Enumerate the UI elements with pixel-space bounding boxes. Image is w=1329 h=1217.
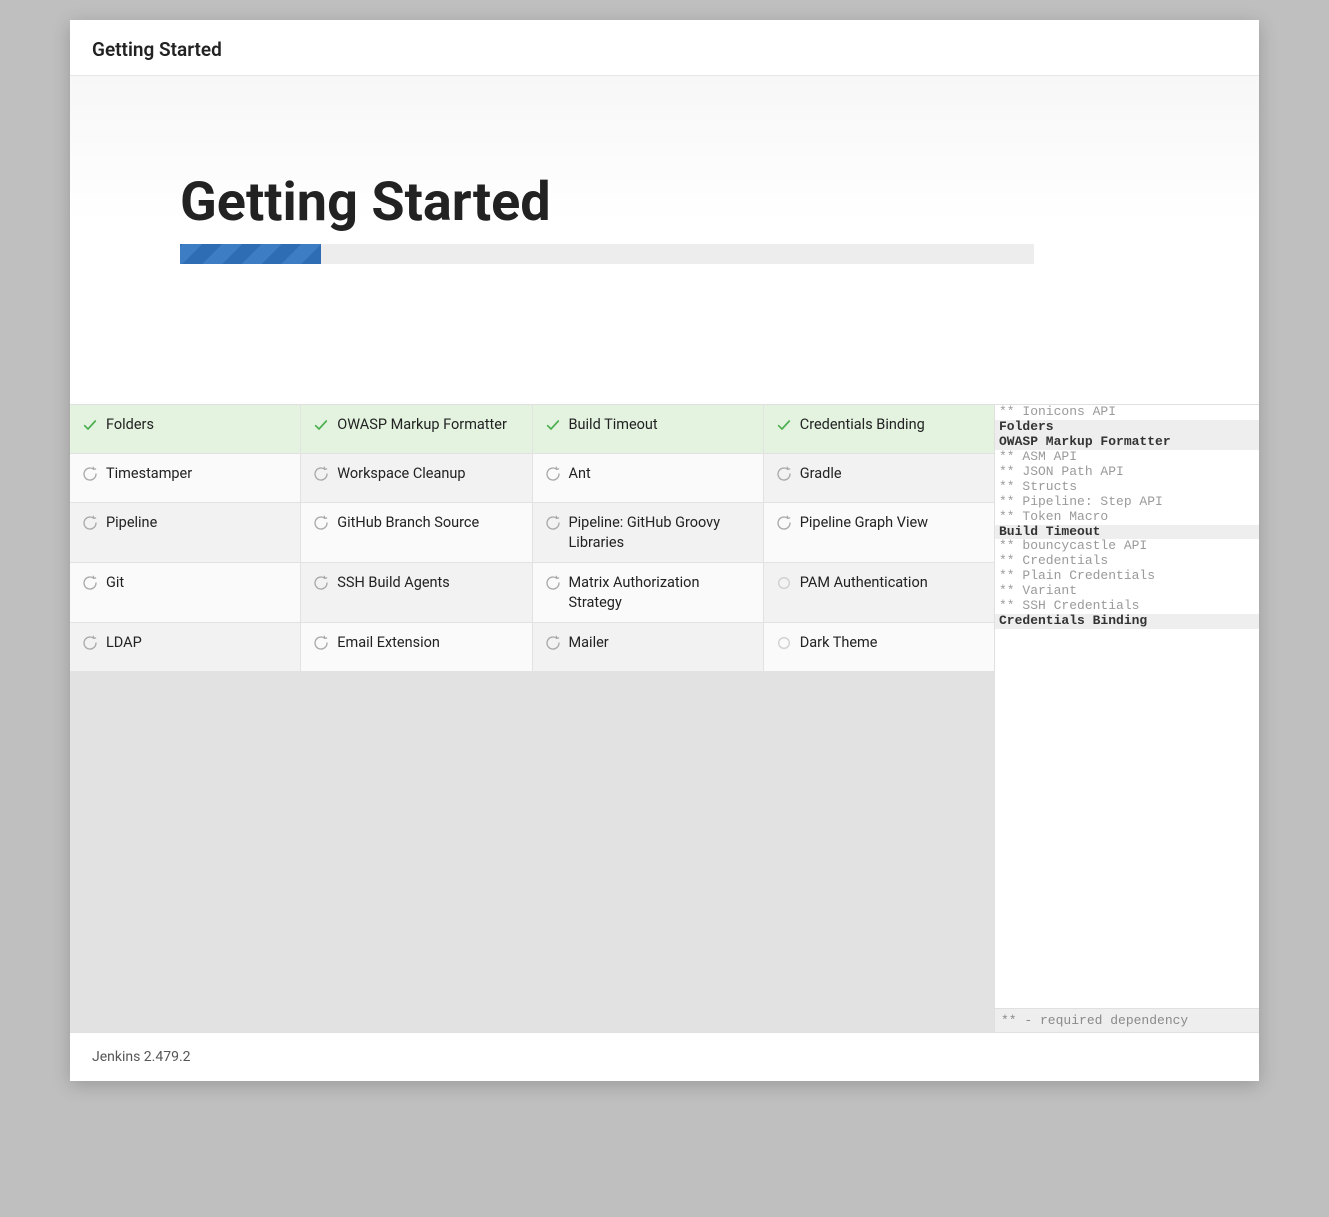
spinner-icon [82, 635, 98, 651]
spinner-icon [313, 515, 329, 531]
log-line: ** Token Macro [995, 510, 1259, 525]
plugin-label: SSH Build Agents [337, 573, 450, 593]
check-icon [545, 417, 561, 433]
plugin-label: PAM Authentication [800, 573, 928, 593]
spinner-icon [313, 466, 329, 482]
log-line: ** bouncycastle API [995, 539, 1259, 554]
modal-title: Getting Started [92, 38, 1237, 61]
plugin-label: Pipeline Graph View [800, 513, 928, 533]
plugin-cell: Git [70, 563, 300, 622]
plugin-cell: Credentials Binding [764, 405, 994, 453]
plugin-cell: Email Extension [301, 623, 531, 671]
plugin-label: Git [106, 573, 124, 593]
plugin-label: OWASP Markup Formatter [337, 415, 507, 435]
spinner-icon [776, 466, 792, 482]
plugin-label: Workspace Cleanup [337, 464, 465, 484]
spinner-icon [82, 466, 98, 482]
log-line: Build Timeout [995, 525, 1259, 540]
plugin-cell: Folders [70, 405, 300, 453]
plugin-label: Email Extension [337, 633, 440, 653]
modal-footer: Jenkins 2.479.2 [70, 1032, 1259, 1081]
plugin-label: Gradle [800, 464, 842, 484]
check-icon [313, 417, 329, 433]
plugin-label: Pipeline: GitHub Groovy Libraries [569, 513, 751, 552]
plugin-cell: SSH Build Agents [301, 563, 531, 622]
plugin-label: Build Timeout [569, 415, 658, 435]
grid-filler [70, 672, 994, 1032]
plugin-cell: GitHub Branch Source [301, 503, 531, 562]
plugin-cell: Gradle [764, 454, 994, 502]
spinner-icon [82, 575, 98, 591]
install-log-footer: ** - required dependency [995, 1008, 1259, 1032]
plugin-label: Folders [106, 415, 154, 435]
plugin-cell: Pipeline [70, 503, 300, 562]
plugin-cell: Matrix Authorization Strategy [533, 563, 763, 622]
modal-header: Getting Started [70, 20, 1259, 76]
plugin-cell: PAM Authentication [764, 563, 994, 622]
log-line: Credentials Binding [995, 614, 1259, 629]
hero-heading: Getting Started [180, 171, 1149, 234]
log-line: ** Plain Credentials [995, 569, 1259, 584]
plugin-label: LDAP [106, 633, 142, 653]
plugin-cell: OWASP Markup Formatter [301, 405, 531, 453]
plugin-label: GitHub Branch Source [337, 513, 479, 533]
plugin-cell: Workspace Cleanup [301, 454, 531, 502]
install-progress-fill [180, 244, 321, 264]
log-line: ** JSON Path API [995, 465, 1259, 480]
plugin-label: Timestamper [106, 464, 192, 484]
log-line: ** Structs [995, 480, 1259, 495]
log-line: ** ASM API [995, 450, 1259, 465]
plugin-label: Dark Theme [800, 633, 878, 653]
log-line: ** Ionicons API [995, 405, 1259, 420]
plugin-label: Ant [569, 464, 591, 484]
spinner-icon [82, 515, 98, 531]
plugin-cell: Timestamper [70, 454, 300, 502]
plugin-label: Pipeline [106, 513, 157, 533]
pending-icon [776, 635, 792, 651]
log-line: Folders [995, 420, 1259, 435]
plugin-cell: Pipeline: GitHub Groovy Libraries [533, 503, 763, 562]
plugin-label: Matrix Authorization Strategy [569, 573, 751, 612]
jenkins-version: Jenkins 2.479.2 [92, 1049, 191, 1065]
log-line: ** Pipeline: Step API [995, 495, 1259, 510]
content-row: FoldersOWASP Markup FormatterBuild Timeo… [70, 404, 1259, 1032]
hero-section: Getting Started [70, 76, 1259, 404]
log-line: ** Variant [995, 584, 1259, 599]
plugin-cell: Pipeline Graph View [764, 503, 994, 562]
plugin-cell: Build Timeout [533, 405, 763, 453]
spinner-icon [776, 515, 792, 531]
log-line: ** SSH Credentials [995, 599, 1259, 614]
plugin-cell: Ant [533, 454, 763, 502]
plugin-cell: Dark Theme [764, 623, 994, 671]
plugin-label: Credentials Binding [800, 415, 925, 435]
spinner-icon [545, 575, 561, 591]
setup-wizard-modal: Getting Started Getting Started FoldersO… [70, 20, 1259, 1081]
plugin-cell: Mailer [533, 623, 763, 671]
check-icon [776, 417, 792, 433]
spinner-icon [545, 466, 561, 482]
plugin-grid: Folders OWASP Markup Formatter Build Timeo… [70, 405, 994, 1032]
install-progress-bar [180, 244, 1034, 264]
plugin-label: Mailer [569, 633, 609, 653]
spinner-icon [545, 635, 561, 651]
spinner-icon [313, 635, 329, 651]
plugin-cell: LDAP [70, 623, 300, 671]
log-line: OWASP Markup Formatter [995, 435, 1259, 450]
install-log-body: ** Ionicons APIFoldersOWASP Markup Forma… [995, 405, 1259, 1008]
spinner-icon [313, 575, 329, 591]
pending-icon [776, 575, 792, 591]
spinner-icon [545, 515, 561, 531]
check-icon [82, 417, 98, 433]
log-line: ** Credentials [995, 554, 1259, 569]
install-log-panel: ** Ionicons APIFoldersOWASP Markup Forma… [994, 405, 1259, 1032]
